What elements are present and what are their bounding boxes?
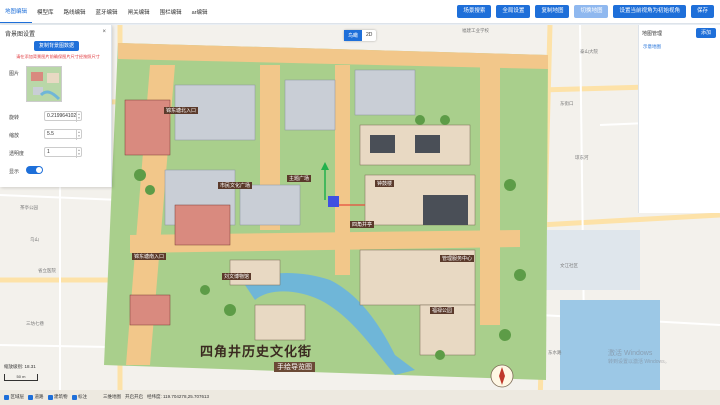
scale-input[interactable]: 5.5 ▲ ▼ (44, 129, 82, 140)
tab-6[interactable]: ar编辑 (187, 0, 213, 23)
map-list-item[interactable]: 示意地图 (643, 44, 661, 50)
base-map-label: 三坊七巷 (26, 321, 44, 326)
layer-checkbox-road[interactable]: 道路 (28, 394, 44, 400)
watermark-line: 激活 Windows (608, 350, 653, 357)
rotation-label: 旋转 (9, 115, 20, 121)
opacity-stepper[interactable]: ▲ ▼ (76, 148, 81, 158)
opacity-label: 透明度 (9, 151, 25, 157)
save-button[interactable]: 保存 (690, 5, 714, 18)
show-label: 显示 (9, 169, 20, 175)
landmark-label: 刘文博物馆 (222, 273, 252, 280)
tab-1[interactable]: 模型库 (32, 0, 59, 23)
windows-activation-watermark: 激活 Windows 转到设置以激活 Windows。 (608, 350, 670, 366)
global-settings-button[interactable]: 全局设置 (496, 5, 531, 18)
coordinates-readout: 经纬度: 119.704278,25.707613 (147, 394, 209, 399)
background-image-thumbnail[interactable] (26, 66, 62, 102)
base-map-label: 文江社区 (560, 263, 578, 268)
scale-bar: 50 m (4, 374, 38, 381)
base-map-label: 茶亭公园 (20, 205, 38, 210)
tab-4[interactable]: 闸关编辑 (123, 0, 155, 23)
status-toggle: 开启开启 (125, 394, 143, 399)
scene-search-button[interactable]: 场景搜索 (457, 5, 492, 18)
base-map-label: 泰山大院 (580, 49, 598, 54)
image-label: 图片 (9, 71, 20, 77)
entrance-south-label: 锦东塘南入口 (132, 253, 167, 260)
zoom-level-text: 缩放级别: 18.31 (4, 364, 36, 369)
opacity-value: 1 (47, 149, 50, 155)
base-map-label: 福建工业学校 (462, 28, 489, 33)
landmark-label: 管理服务中心 (440, 255, 475, 262)
rotation-stepper[interactable]: ▲ ▼ (76, 112, 81, 122)
checkbox-label: 标注 (78, 394, 87, 399)
view-toggle: 鸟瞰 2D (344, 30, 377, 41)
checkbox-icon (4, 394, 9, 400)
copy-background-data-button[interactable]: 复制背景图数据 (34, 41, 80, 51)
status-3d: 三维地图 (103, 394, 121, 399)
copy-map-button[interactable]: 复制地图 (535, 5, 570, 18)
view-toggle-birdseye[interactable]: 鸟瞰 (344, 30, 363, 41)
landmark-label: 福禄公园 (430, 307, 455, 314)
panel-title: 背景图设置 (5, 32, 36, 38)
tab-2[interactable]: 路线编辑 (59, 0, 91, 23)
background-image-panel: 背景图设置 × 复制背景图数据 请在添加背景图片前确保图片尺寸经按照尺寸 图片 … (0, 25, 112, 187)
entrance-north-label: 锦东塘北入口 (164, 107, 199, 114)
plaza-label: 主题广场 (287, 175, 312, 182)
map-management-panel: 地图管理 添加 示意地图 (638, 25, 720, 213)
show-toggle[interactable] (26, 166, 43, 174)
scale-stepper[interactable]: ▲ ▼ (76, 130, 81, 140)
checkbox-label: 区域层 (10, 394, 25, 399)
scale-value: 5.5 (47, 131, 54, 137)
opacity-input[interactable]: 1 ▲ ▼ (44, 147, 82, 158)
guide-title: 四角井历史文化街 (200, 345, 313, 360)
landmark-label: 市民文化广场 (218, 182, 253, 189)
close-icon[interactable]: × (102, 29, 106, 38)
top-toolbar: 地图编辑 模型库 路线编辑 蓝牙编辑 闸关编辑 围栏编辑 ar编辑 场景搜索 全局设置 复制… (0, 0, 720, 24)
switch-map-button[interactable]: 切换地图 (574, 5, 609, 18)
size-hint-text: 请在添加背景图片前确保图片尺寸经按照尺寸 (16, 54, 100, 59)
panel-title: 地图管理 (642, 31, 663, 37)
add-map-button[interactable]: 添加 (695, 28, 716, 38)
base-map-label: 省立医院 (38, 268, 56, 273)
bottom-status-bar: 区域层 道路 建筑物 标注 三维地图 开启开启 经纬度: 119.704278,… (0, 389, 720, 405)
scale-label: 缩放 (9, 133, 20, 139)
editor-tabs: 地图编辑 模型库 路线编辑 蓝牙编辑 闸关编辑 围栏编辑 ar编辑 (0, 0, 212, 23)
landmark-label: 四角井亭 (350, 221, 375, 228)
checkbox-label: 建筑物 (54, 394, 68, 399)
thumbnail-preview-icon (27, 67, 61, 101)
tab-0[interactable]: 地图编辑 (0, 0, 33, 23)
watermark-line: 转到设置以激活 Windows。 (608, 359, 670, 365)
checkbox-icon (47, 394, 53, 400)
top-buttons: 场景搜索 全局设置 复制地图 切换地图 设置当前视角为初始视角 保存 (457, 5, 714, 18)
view-toggle-2d[interactable]: 2D (362, 30, 376, 41)
base-map-label: 东街口 (560, 101, 574, 106)
rotation-input[interactable]: 0.219964102 ▲ ▼ (44, 111, 82, 122)
tab-3[interactable]: 蓝牙编辑 (91, 0, 123, 23)
layer-checkbox-building[interactable]: 建筑物 (47, 394, 68, 400)
layer-checkbox-label[interactable]: 标注 (71, 394, 87, 400)
checkbox-icon (28, 394, 33, 400)
layer-checkbox-area[interactable]: 区域层 (4, 394, 24, 400)
guide-subtitle: 手绘导览图 (274, 362, 315, 372)
base-map-label: 乌山 (30, 237, 39, 242)
rotation-value: 0.219964102 (47, 113, 77, 119)
base-map-label: 东水路 (548, 350, 562, 355)
tab-5[interactable]: 围栏编辑 (155, 0, 187, 23)
checkbox-icon (71, 394, 77, 400)
checkbox-label: 道路 (34, 394, 44, 399)
base-map-label: 琼东河 (575, 155, 589, 160)
set-initial-view-button[interactable]: 设置当前视角为初始视角 (613, 5, 686, 18)
gizmo-handle (328, 196, 339, 207)
landmark-label: 钟鼓楼 (375, 180, 395, 187)
